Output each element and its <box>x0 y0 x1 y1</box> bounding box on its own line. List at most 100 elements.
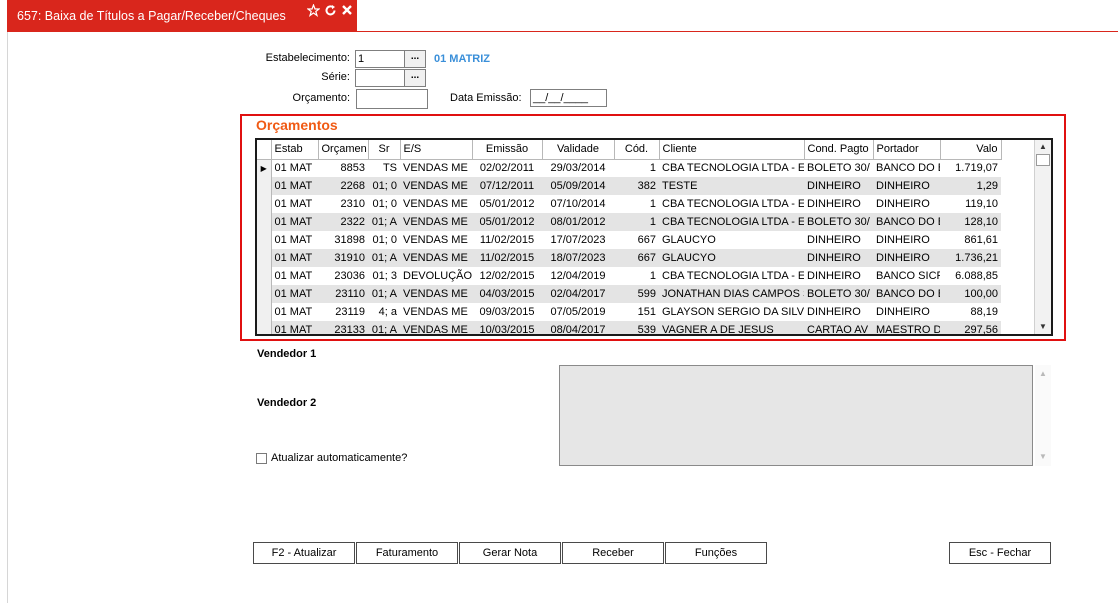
cell-cliente: GLAUCYO <box>662 234 716 246</box>
cell-cod: 382 <box>614 177 659 195</box>
cell-portador: BANCO SICR <box>876 270 940 282</box>
cell-estab: 01 MAT <box>274 162 313 175</box>
cell-estab: 01 MAT <box>274 270 313 282</box>
column-header-es[interactable]: E/S <box>400 140 473 160</box>
cell-cond-pagto: DINHEIRO <box>807 270 861 282</box>
title-divider <box>7 31 1118 32</box>
estabelecimento-input[interactable]: 1 <box>355 50 405 68</box>
cell-orcamento: 2322 <box>318 213 368 231</box>
cell-cond-pagto: BOLETO 30/ <box>804 285 873 303</box>
estabelecimento-lookup-button[interactable]: ... <box>404 50 426 68</box>
column-header-estab[interactable]: Estab <box>271 140 319 160</box>
cell-sr: 01; 3 <box>372 270 397 282</box>
column-header-cod[interactable]: Cód. <box>614 140 660 160</box>
estabelecimento-label: Estabelecimento: <box>265 52 350 64</box>
row-indicator[interactable] <box>257 285 272 303</box>
cell-cliente: CBA TECNOLOGIA LTDA - E <box>662 270 804 282</box>
fechar-button[interactable]: Esc - Fechar <box>949 542 1051 564</box>
cell-portador: DINHEIRO <box>876 234 930 246</box>
cell-cod: 599 <box>614 285 659 303</box>
notes-vertical-scrollbar[interactable]: ▲ ▼ <box>1035 365 1051 466</box>
row-indicator[interactable]: ▶ <box>257 159 272 177</box>
table-row[interactable]: 01 MAT 2268 01; 0 VENDAS ME 07/12/2011 05/09/… <box>257 177 1001 195</box>
cell-valor: 1.719,07 <box>955 162 998 175</box>
atualizar-button[interactable]: F2 - Atualizar <box>253 542 355 564</box>
cell-cod: 1 <box>649 270 656 282</box>
cell-es: VENDAS ME <box>403 234 468 246</box>
cell-valor: 88,19 <box>970 306 998 318</box>
column-header-orcamento[interactable]: Orçamen <box>318 140 369 160</box>
cell-estab: 01 MAT <box>271 321 318 334</box>
column-header-cliente[interactable]: Cliente <box>659 140 805 160</box>
table-row[interactable]: 01 MAT 23119 4; a VENDAS ME 09/03/2015 07/05/… <box>257 303 1001 321</box>
refresh-icon[interactable] <box>323 3 337 17</box>
row-indicator[interactable] <box>257 321 272 334</box>
serie-input[interactable] <box>355 69 405 87</box>
scroll-thumb[interactable] <box>1036 154 1050 166</box>
grid-vertical-scrollbar[interactable]: ▲ ▼ <box>1034 140 1051 334</box>
table-row[interactable]: 01 MAT 31898 01; 0 VENDAS ME 11/02/2015 17/07… <box>257 231 1001 249</box>
row-indicator[interactable] <box>257 303 272 321</box>
column-header-sr[interactable]: Sr <box>368 140 401 160</box>
table-row[interactable]: ▶ 01 MAT 8853 TS VENDAS ME 02/02/2011 29/03/20… <box>257 159 1001 177</box>
scroll-up-icon[interactable]: ▲ <box>1035 140 1051 154</box>
notes-scroll-up-icon[interactable]: ▲ <box>1035 367 1051 381</box>
column-header-cond-pagto[interactable]: Cond. Pagto <box>804 140 874 160</box>
table-row[interactable]: 01 MAT 23110 01; A VENDAS ME 04/03/2015 02/04… <box>257 285 1001 303</box>
column-header-portador[interactable]: Portador <box>873 140 941 160</box>
funcoes-button[interactable]: Funções <box>665 542 767 564</box>
table-row[interactable]: 01 MAT 23133 01; A VENDAS ME 10/03/2015 08/04… <box>257 321 1001 334</box>
table-row[interactable]: 01 MAT 31910 01; A VENDAS ME 11/02/2015 18/07… <box>257 249 1001 267</box>
row-indicator[interactable] <box>257 213 272 231</box>
vendedor-1-label: Vendedor 1 <box>257 348 317 360</box>
row-indicator[interactable] <box>257 195 272 213</box>
cell-estab: 01 MAT <box>271 213 318 231</box>
cell-validade: 17/07/2023 <box>550 234 606 246</box>
row-indicator[interactable] <box>257 267 272 285</box>
cell-emissao: 05/01/2012 <box>479 198 535 210</box>
orcamento-label: Orçamento: <box>292 92 350 104</box>
cell-validade: 02/04/2017 <box>542 285 614 303</box>
cell-emissao: 07/12/2011 <box>472 177 542 195</box>
column-header-valor[interactable]: Valo <box>940 140 1002 160</box>
notes-scroll-down-icon[interactable]: ▼ <box>1035 450 1051 464</box>
cell-cond-pagto: DINHEIRO <box>807 234 861 246</box>
serie-label: Série: <box>321 71 350 83</box>
serie-lookup-button[interactable]: ... <box>404 69 426 87</box>
atualizar-checkbox[interactable] <box>256 453 267 464</box>
orcamento-input[interactable] <box>356 89 428 109</box>
orcamentos-grid[interactable]: Estab Orçamen Sr E/S Emissão Validade Có… <box>255 138 1053 336</box>
data-emissao-input[interactable]: __/__/____ <box>530 89 607 107</box>
window-left-border <box>7 32 8 603</box>
table-header-row: Estab Orçamen Sr E/S Emissão Validade Có… <box>257 140 1002 160</box>
table-row[interactable]: 01 MAT 2322 01; A VENDAS ME 05/01/2012 08/01/… <box>257 213 1001 231</box>
close-icon[interactable] <box>340 3 354 17</box>
row-indicator[interactable] <box>257 231 272 249</box>
table-row[interactable]: 01 MAT 23036 01; 3 DEVOLUÇÃO 12/02/2015 12/04… <box>257 267 1001 285</box>
row-indicator[interactable] <box>257 177 272 195</box>
window-title-tab: 657: Baixa de Títulos a Pagar/Receber/Ch… <box>7 0 357 31</box>
cell-cliente: GLAUCYO <box>659 249 804 267</box>
cell-valor: 861,61 <box>964 234 998 246</box>
cell-orcamento: 31898 <box>334 234 365 246</box>
cell-orcamento: 23133 <box>318 321 368 334</box>
scroll-down-icon[interactable]: ▼ <box>1035 320 1051 334</box>
cell-validade: 18/07/2023 <box>542 249 614 267</box>
cell-portador: DINHEIRO <box>876 198 930 210</box>
receber-button[interactable]: Receber <box>562 542 664 564</box>
cell-cod: 667 <box>637 234 656 246</box>
faturamento-button[interactable]: Faturamento <box>356 542 458 564</box>
cell-cliente: VAGNER A DE JESUS <box>659 321 804 334</box>
cell-cliente: TESTE <box>659 177 804 195</box>
gerar-nota-button[interactable]: Gerar Nota <box>459 542 561 564</box>
cell-cod: 1 <box>614 213 659 231</box>
cell-portador: BANCO DO B <box>873 285 940 303</box>
cell-cliente: CBA TECNOLOGIA LTDA - E <box>662 198 804 210</box>
column-header-emissao[interactable]: Emissão <box>472 140 543 160</box>
table-row[interactable]: 01 MAT 2310 01; 0 VENDAS ME 05/01/2012 07/10/… <box>257 195 1001 213</box>
star-icon[interactable] <box>306 3 320 17</box>
row-indicator[interactable] <box>257 249 272 267</box>
cell-orcamento: 23110 <box>318 285 368 303</box>
vendedor-notes-area[interactable] <box>559 365 1033 466</box>
column-header-validade[interactable]: Validade <box>542 140 615 160</box>
